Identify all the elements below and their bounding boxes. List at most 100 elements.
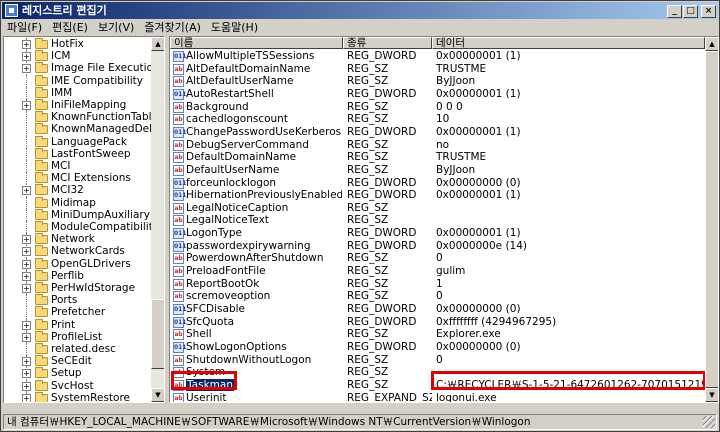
tree-node[interactable]: + SeCEdit bbox=[4, 355, 152, 368]
value-row[interactable]: ab cachedlogonscount REG_SZ 10 bbox=[170, 113, 705, 126]
tree-node[interactable]: + Setup bbox=[4, 367, 152, 380]
value-row[interactable]: 011 LogonType REG_DWORD 0x00000001 (1) bbox=[170, 227, 705, 240]
value-row[interactable]: 011 ChangePasswordUseKerberos REG_DWORD 0x0… bbox=[170, 126, 705, 139]
registry-values-list[interactable]: 이름 종류 데이터 011 AllowMultipleTSSessions REG_… bbox=[169, 36, 719, 403]
tree-node[interactable]: MCI bbox=[4, 160, 152, 173]
tree-node[interactable]: + ICM bbox=[4, 50, 152, 63]
tree-node[interactable]: IME Compatibility bbox=[4, 74, 152, 87]
menu-edit[interactable]: 편집(E) bbox=[47, 19, 93, 37]
value-name-cell: DefaultDomainName bbox=[186, 151, 342, 164]
expand-plus-icon[interactable]: + bbox=[22, 101, 31, 110]
tree-scroll-down-arrow-icon[interactable]: ▼ bbox=[151, 388, 164, 402]
list-scroll-down-arrow-icon[interactable]: ▼ bbox=[705, 388, 718, 402]
value-row[interactable]: ab DefaultUserName REG_SZ ByJJoon bbox=[170, 164, 705, 177]
value-name-cell: LegalNoticeCaption bbox=[186, 202, 342, 215]
expand-plus-icon[interactable]: + bbox=[22, 393, 31, 402]
close-button[interactable]: × bbox=[701, 5, 716, 18]
value-row[interactable]: ab Shell REG_SZ Explorer.exe bbox=[170, 328, 705, 341]
menu-view[interactable]: 보기(V) bbox=[93, 19, 139, 37]
column-header-data[interactable]: 데이터 bbox=[432, 37, 705, 49]
expand-plus-icon[interactable]: + bbox=[22, 369, 31, 379]
expand-plus-icon[interactable]: + bbox=[22, 235, 31, 245]
tree-node[interactable]: + Image File Execution Op bbox=[4, 62, 152, 75]
value-row[interactable]: ab PreloadFontFile REG_SZ gulim bbox=[170, 265, 705, 278]
tree-node[interactable]: + SystemRestore bbox=[4, 391, 152, 402]
expand-plus-icon[interactable]: + bbox=[22, 271, 31, 281]
value-row[interactable]: 011 SFCDisable REG_DWORD 0x00000000 (0) bbox=[170, 303, 705, 316]
value-row[interactable]: ab LegalNoticeText REG_SZ bbox=[170, 214, 705, 227]
value-row[interactable]: ab DebugServerCommand REG_SZ no bbox=[170, 139, 705, 152]
value-row[interactable]: ab AltDefaultDomainName REG_SZ TRUSTME bbox=[170, 63, 705, 76]
value-row[interactable]: 011 ShowLogonOptions REG_DWORD 0x00000000 (… bbox=[170, 341, 705, 354]
title-bar[interactable]: 레지스트리 편집기 _ □ × bbox=[2, 2, 718, 19]
resize-grip-icon[interactable] bbox=[703, 416, 715, 428]
tree-node[interactable]: LanguagePack bbox=[4, 135, 152, 148]
tree-node[interactable]: KnownFunctionTableDlls bbox=[4, 111, 152, 124]
expand-plus-icon[interactable]: + bbox=[22, 332, 31, 342]
value-row[interactable]: ab ShutdownWithoutLogon REG_SZ 0 bbox=[170, 354, 705, 367]
value-row[interactable]: ab AltDefaultUserName REG_SZ ByJJoon bbox=[170, 75, 705, 88]
tree-node[interactable]: Ports bbox=[4, 294, 152, 307]
column-header-name[interactable]: 이름 bbox=[170, 37, 343, 49]
value-row[interactable]: 011 forceunlocklogon REG_DWORD 0x00000000 (… bbox=[170, 177, 705, 190]
expand-plus-icon[interactable]: + bbox=[22, 381, 31, 391]
minimize-button[interactable]: _ bbox=[667, 5, 682, 18]
expand-plus-icon[interactable]: + bbox=[22, 247, 31, 257]
expand-plus-icon[interactable]: + bbox=[22, 284, 31, 293]
maximize-button[interactable]: □ bbox=[683, 5, 698, 18]
value-row[interactable]: ab Background REG_SZ 0 0 0 bbox=[170, 101, 705, 114]
expand-plus-icon[interactable]: + bbox=[22, 64, 31, 74]
value-row[interactable]: ab System REG_SZ bbox=[170, 366, 705, 379]
tree-scroll-thumb[interactable] bbox=[151, 299, 164, 369]
list-scroll-up-arrow-icon[interactable]: ▲ bbox=[705, 37, 718, 51]
tree-node[interactable]: + NetworkCards bbox=[4, 245, 152, 258]
value-row[interactable]: 011 AutoRestartShell REG_DWORD 0x00000001 (… bbox=[170, 88, 705, 101]
menu-favorites[interactable]: 즐겨찾기(A) bbox=[139, 19, 206, 37]
reg-string-icon: ab bbox=[173, 266, 184, 278]
value-row[interactable]: ab PowerdownAfterShutdown REG_SZ 0 bbox=[170, 252, 705, 265]
value-row[interactable]: ab DefaultDomainName REG_SZ TRUSTME bbox=[170, 151, 705, 164]
tree-node[interactable]: Prefetcher bbox=[4, 306, 152, 319]
tree-node[interactable]: MCI Extensions bbox=[4, 172, 152, 185]
value-row[interactable]: ab scremoveoption REG_SZ 0 bbox=[170, 290, 705, 303]
value-row[interactable]: ab Userinit REG_EXPAND_SZ logonui.exe bbox=[170, 392, 705, 402]
tree-node[interactable]: + HotFix bbox=[4, 38, 152, 51]
tree-node[interactable]: + PerHwIdStorage bbox=[4, 282, 152, 295]
expand-plus-icon[interactable]: + bbox=[22, 259, 31, 269]
menu-help[interactable]: 도움말(H) bbox=[206, 19, 263, 37]
tree-node[interactable]: + Perflib bbox=[4, 269, 152, 282]
expand-plus-icon[interactable]: + bbox=[22, 357, 31, 367]
tree-scroll-up-arrow-icon[interactable]: ▲ bbox=[151, 37, 164, 51]
tree-node[interactable]: + SvcHost bbox=[4, 379, 152, 392]
tree-vertical-scrollbar[interactable]: ▲ ▼ bbox=[151, 37, 164, 402]
expand-plus-icon[interactable]: + bbox=[22, 40, 31, 49]
value-row[interactable]: ab LegalNoticeCaption REG_SZ bbox=[170, 202, 705, 215]
tree-node[interactable]: + IniFileMapping bbox=[4, 99, 152, 112]
expand-plus-icon[interactable]: + bbox=[22, 186, 31, 196]
value-row[interactable]: 011 passwordexpirywarning REG_DWORD 0x00000… bbox=[170, 240, 705, 253]
value-row[interactable]: 011 HibernationPreviouslyEnabled REG_DWORD… bbox=[170, 189, 705, 202]
tree-node[interactable]: Midimap bbox=[4, 196, 152, 209]
tree-node[interactable]: + ProfileList bbox=[4, 330, 152, 343]
tree-node[interactable]: ModuleCompatibility bbox=[4, 221, 152, 234]
tree-node[interactable]: + Network bbox=[4, 233, 152, 246]
tree-node[interactable]: + Print bbox=[4, 318, 152, 331]
expand-plus-icon[interactable]: + bbox=[22, 52, 31, 62]
value-row[interactable]: ab ReportBootOk REG_SZ 1 bbox=[170, 278, 705, 291]
value-row[interactable]: 011 AllowMultipleTSSessions REG_DWORD 0x000… bbox=[170, 50, 705, 63]
tree-node[interactable]: + OpenGLDrivers bbox=[4, 257, 152, 270]
list-vertical-scrollbar[interactable]: ▲ ▼ bbox=[705, 37, 718, 402]
expand-plus-icon[interactable]: + bbox=[22, 320, 31, 330]
registry-key-tree[interactable]: + HotFix + ICM + Image File Execution OpIME C… bbox=[3, 36, 165, 403]
tree-node[interactable]: LastFontSweep bbox=[4, 147, 152, 160]
tree-node[interactable]: KnownManagedDebuggi bbox=[4, 123, 152, 136]
list-scroll-thumb[interactable] bbox=[705, 51, 718, 388]
tree-node[interactable]: related.desc bbox=[4, 343, 152, 356]
tree-node[interactable]: MiniDumpAuxiliaryDlls bbox=[4, 208, 152, 221]
value-row[interactable]: 011 SfcQuota REG_DWORD 0xffffffff (42949672… bbox=[170, 316, 705, 329]
menu-file[interactable]: 파일(F) bbox=[2, 19, 47, 37]
tree-node[interactable]: + MCI32 bbox=[4, 184, 152, 197]
value-row[interactable]: ab Taskman REG_SZ C:￦RECYCLER￦S-1-5-21-6472… bbox=[170, 378, 705, 392]
column-header-type[interactable]: 종류 bbox=[343, 37, 432, 49]
tree-node[interactable]: IMM bbox=[4, 86, 152, 99]
